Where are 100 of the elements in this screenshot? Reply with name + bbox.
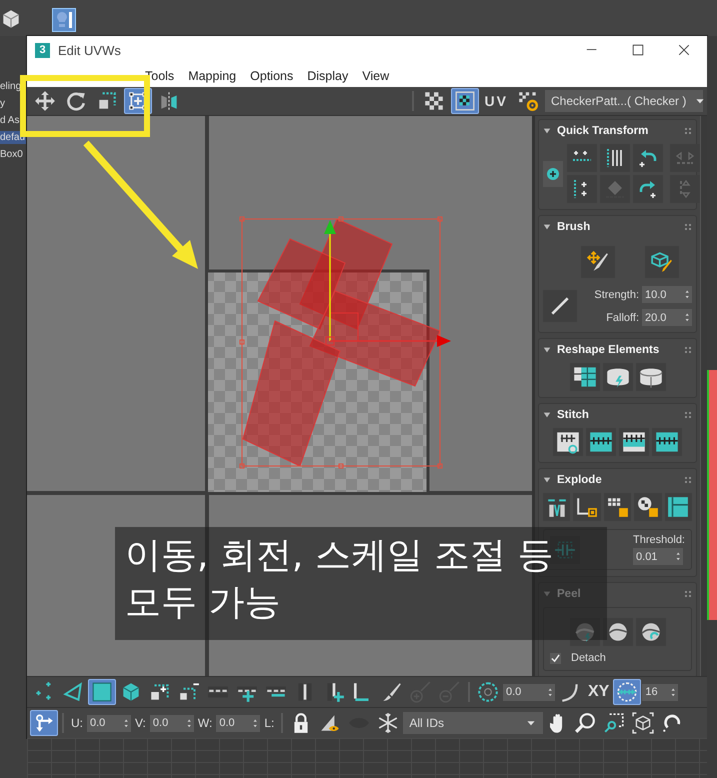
scene-list-item[interactable]: d As xyxy=(0,114,27,127)
face-mode-icon xyxy=(91,681,113,703)
stitch-target-button[interactable] xyxy=(652,428,682,456)
coordinate-spinner[interactable]: 0.0 xyxy=(216,714,260,732)
align-vertical-button[interactable] xyxy=(600,144,630,172)
grip-icon xyxy=(684,223,692,231)
flatten-grid-button[interactable] xyxy=(604,493,632,521)
rollout-title[interactable]: Stitch xyxy=(557,409,589,421)
rollout-title[interactable]: Quick Transform xyxy=(557,125,648,137)
cube-icon xyxy=(0,8,22,30)
align-vertical-icon xyxy=(605,148,625,168)
menu-item[interactable]: View xyxy=(362,68,390,82)
zoom-extents-icon xyxy=(632,712,654,734)
coordinate-label: V: xyxy=(135,716,146,730)
flatten-square-button[interactable] xyxy=(664,493,692,521)
spinner-arrows-icon xyxy=(670,688,676,696)
coordinate-spinner[interactable]: 0.0 xyxy=(87,714,131,732)
rotation-spinner[interactable]: 0.0 xyxy=(503,684,555,700)
rollout-toggle-icon[interactable] xyxy=(543,346,551,354)
flatten-angle-button[interactable] xyxy=(573,493,601,521)
rollout-toggle-icon[interactable] xyxy=(543,590,551,598)
rotate-clockwise-button[interactable] xyxy=(633,175,663,203)
peel-reset-button[interactable] xyxy=(636,618,666,646)
scene-list-item[interactable]: y xyxy=(0,97,27,110)
stitch-source-button[interactable] xyxy=(619,428,649,456)
transform-type-in-button[interactable] xyxy=(30,710,58,736)
rollout-toggle-icon[interactable] xyxy=(543,127,551,135)
menu-item[interactable]: Display xyxy=(307,68,348,82)
flatten-checker-icon xyxy=(636,496,659,518)
peel-bolt-icon xyxy=(574,621,596,643)
rotate-counterclockwise-button[interactable] xyxy=(633,144,663,172)
flatten-square-icon xyxy=(667,496,690,518)
rollout-toggle-icon[interactable] xyxy=(543,411,551,419)
grip-icon xyxy=(684,476,692,484)
transform-arrows-icon xyxy=(33,712,55,734)
brush-cube-button[interactable] xyxy=(645,246,679,278)
flatten-grid-icon xyxy=(606,496,628,518)
uv-button[interactable]: UV xyxy=(482,88,511,114)
peel-icon xyxy=(606,621,628,643)
rollout-title[interactable]: Brush xyxy=(557,221,590,233)
face-mode-button[interactable] xyxy=(88,679,116,705)
peel-reset-icon xyxy=(640,621,662,643)
diagonal-line-icon xyxy=(549,295,571,317)
strength-label: Strength: xyxy=(594,288,639,300)
falloff-spinner[interactable]: 20.0 xyxy=(642,309,692,326)
show-map-button[interactable] xyxy=(450,88,479,114)
straighten-grid-icon xyxy=(572,365,596,389)
align-horizontal-button[interactable] xyxy=(567,144,597,172)
light-button[interactable] xyxy=(52,8,76,32)
rollout-title[interactable]: Reshape Elements xyxy=(557,344,660,356)
snowflake-icon xyxy=(377,712,400,734)
spinner-arrows-icon xyxy=(684,313,689,322)
snap-icon xyxy=(616,681,638,703)
spinner-arrows-icon xyxy=(684,290,689,299)
transform-gizmo[interactable] xyxy=(324,220,451,347)
rollout-title[interactable]: Explode xyxy=(557,474,602,486)
spinner-arrows-icon xyxy=(124,718,128,728)
align-vertical-left-button[interactable] xyxy=(567,175,597,203)
threshold-label: Threshold: xyxy=(633,534,685,546)
space-vertical-icon xyxy=(679,180,691,198)
coordinate-spinner[interactable]: 0.0 xyxy=(150,714,194,732)
minimize-icon xyxy=(586,48,598,52)
snap-button[interactable] xyxy=(613,679,642,705)
checker-settings-icon xyxy=(517,90,539,112)
cylinder-bolt-button[interactable] xyxy=(602,363,632,391)
straighten-grid-button[interactable] xyxy=(570,363,600,391)
brush-move-button[interactable] xyxy=(581,246,615,278)
rollout-toggle-icon[interactable] xyxy=(543,476,551,484)
spinner-arrows-icon xyxy=(676,552,680,561)
paint-brush-icon xyxy=(381,681,403,703)
flatten-angle-icon xyxy=(576,496,598,518)
rotate-clockwise-icon xyxy=(638,179,658,199)
grip-icon xyxy=(684,346,692,354)
detach-label: Detach xyxy=(571,652,606,664)
axis-button[interactable]: XY xyxy=(585,679,612,705)
edge-mode-icon xyxy=(62,681,84,703)
id-filter-dropdown[interactable]: All IDs xyxy=(403,712,544,734)
stitch-target-button[interactable] xyxy=(586,428,616,456)
menu-item[interactable]: Options xyxy=(250,68,294,82)
flatten-arrows-button[interactable] xyxy=(542,493,570,521)
threshold-spinner[interactable]: 0.01 xyxy=(633,548,684,565)
brush-move-icon xyxy=(587,251,609,273)
menu-item[interactable]: Mapping xyxy=(188,68,236,82)
texture-dropdown[interactable]: CheckerPatt...( Checker ) xyxy=(545,90,703,112)
stitch-pivot-icon xyxy=(556,430,580,454)
strength-spinner[interactable]: 10.0 xyxy=(642,286,692,303)
rollout-toggle-icon[interactable] xyxy=(543,223,551,231)
stitch-pivot-button[interactable] xyxy=(553,428,583,456)
weld-icon xyxy=(554,538,576,560)
flatten-checker-button[interactable] xyxy=(634,493,662,521)
detach-checkbox[interactable] xyxy=(550,652,561,664)
cylinder-button[interactable] xyxy=(636,363,666,391)
pivot-button[interactable] xyxy=(543,160,563,186)
snap-spinner[interactable]: 16 xyxy=(642,684,678,700)
stitch-target-icon xyxy=(655,430,679,454)
diagonal-line-button[interactable] xyxy=(543,290,577,322)
peel-button[interactable] xyxy=(602,618,632,646)
scene-list-item[interactable]: Box0 xyxy=(0,148,27,161)
stitch-target-icon xyxy=(589,430,613,454)
scrollbar[interactable] xyxy=(700,116,707,676)
